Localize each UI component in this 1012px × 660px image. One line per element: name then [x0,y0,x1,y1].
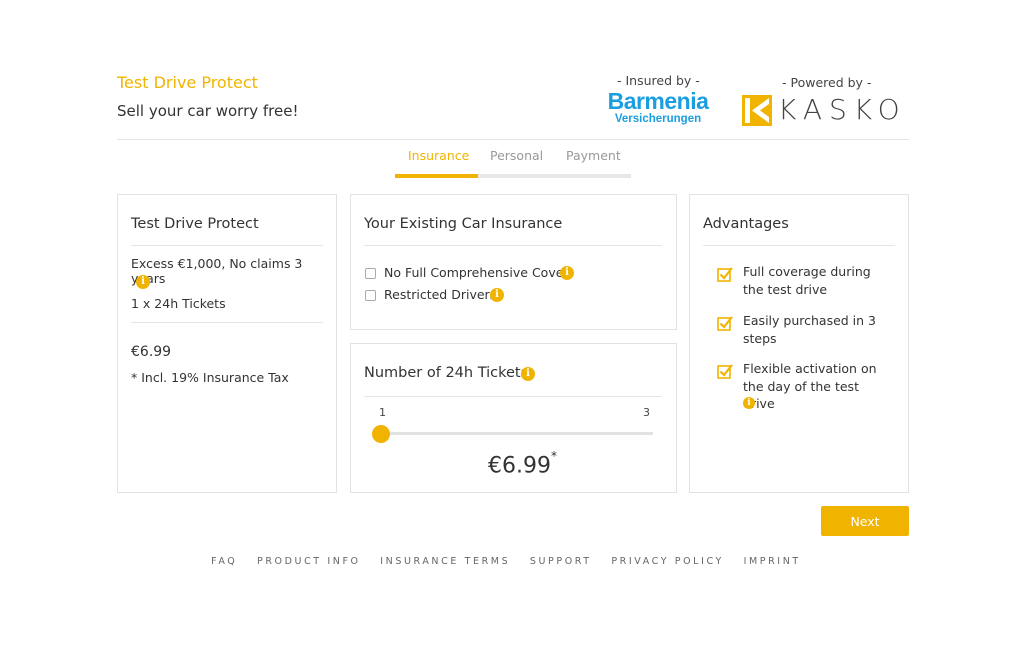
restricted-drivers-checkbox[interactable] [365,290,376,301]
powered-by-label: - Powered by - [782,75,872,90]
header-divider [117,139,909,140]
checkbox-checked-icon [717,316,733,331]
advantage-item: Easily purchased in 3 steps [743,313,876,346]
footer-link-faq[interactable]: FAQ [211,556,237,567]
info-icon[interactable]: i [136,275,150,289]
advantage-item: Flexible activation on the day of the te… [743,361,877,411]
footer-link-privacy-policy[interactable]: PRIVACY POLICY [611,556,724,567]
tickets-title: Number of 24h Tickets [364,365,529,381]
kasko-mark-icon [742,95,772,126]
kasko-wordmark: KASKO [778,93,907,126]
slider-max-label: 3 [643,406,650,419]
info-icon[interactable]: i [521,367,535,381]
no-full-cover-label[interactable]: No Full Comprehensive Cover [384,265,569,280]
summary-divider [131,245,323,246]
insurer-logo: Barmenia Versicherungen [597,89,719,125]
advantages-divider [703,245,895,246]
tab-active-indicator [395,174,478,178]
existing-insurance-title: Your Existing Car Insurance [364,216,563,232]
existing-insurance-divider [364,245,662,246]
insured-by-label: - Insured by - [617,73,700,88]
tickets-divider [364,396,662,397]
summary-price: €6.99 [131,344,172,360]
slider-min-label: 1 [379,406,386,419]
summary-card: Test Drive Protect Excess €1,000, No cla… [117,194,337,493]
existing-insurance-card: Your Existing Car Insurance No Full Comp… [350,194,677,330]
next-button[interactable]: Next [821,506,909,536]
step-tabs: Insurance Personal Payment [395,146,631,178]
footer-link-insurance-terms[interactable]: INSURANCE TERMS [380,556,510,567]
info-icon[interactable]: i [490,288,504,302]
footer-link-product-info[interactable]: PRODUCT INFO [257,556,361,567]
tickets-price: €6.99* [488,449,557,479]
tab-personal[interactable]: Personal [490,148,543,163]
tickets-price-marker: * [550,449,557,463]
checkbox-checked-icon [717,364,733,379]
tickets-count-text: 1 x 24h Tickets [131,296,226,311]
insurer-name: Barmenia [607,88,709,114]
advantage-item: Full coverage during the test drive [743,264,871,297]
excess-text: Excess €1,000, No claims 3 years [131,256,303,286]
page-title: Test Drive Protect [117,73,258,92]
tickets-slider-track[interactable] [381,432,653,435]
advantages-title: Advantages [703,216,789,232]
footer-links: FAQ PRODUCT INFO INSURANCE TERMS SUPPORT… [0,556,1012,567]
no-full-cover-checkbox[interactable] [365,268,376,279]
restricted-drivers-label[interactable]: Restricted Drivers [384,287,496,302]
insurer-subname: Versicherungen [614,113,702,125]
checkbox-checked-icon [717,267,733,282]
tickets-slider-thumb[interactable] [372,425,390,443]
info-icon[interactable]: i [560,266,574,280]
info-icon[interactable]: i [743,397,755,409]
advantages-card: Advantages Full coverage during the test… [689,194,909,493]
summary-divider [131,322,323,323]
footer-link-imprint[interactable]: IMPRINT [744,556,801,567]
tax-note: * Incl. 19% Insurance Tax [131,370,289,385]
kasko-logo: KASKO [742,93,910,129]
tab-insurance[interactable]: Insurance [408,148,469,163]
summary-title: Test Drive Protect [131,216,259,232]
tab-payment[interactable]: Payment [566,148,621,163]
page-subtitle: Sell your car worry free! [117,102,299,120]
footer-link-support[interactable]: SUPPORT [530,556,592,567]
tickets-price-value: €6.99 [488,453,551,479]
